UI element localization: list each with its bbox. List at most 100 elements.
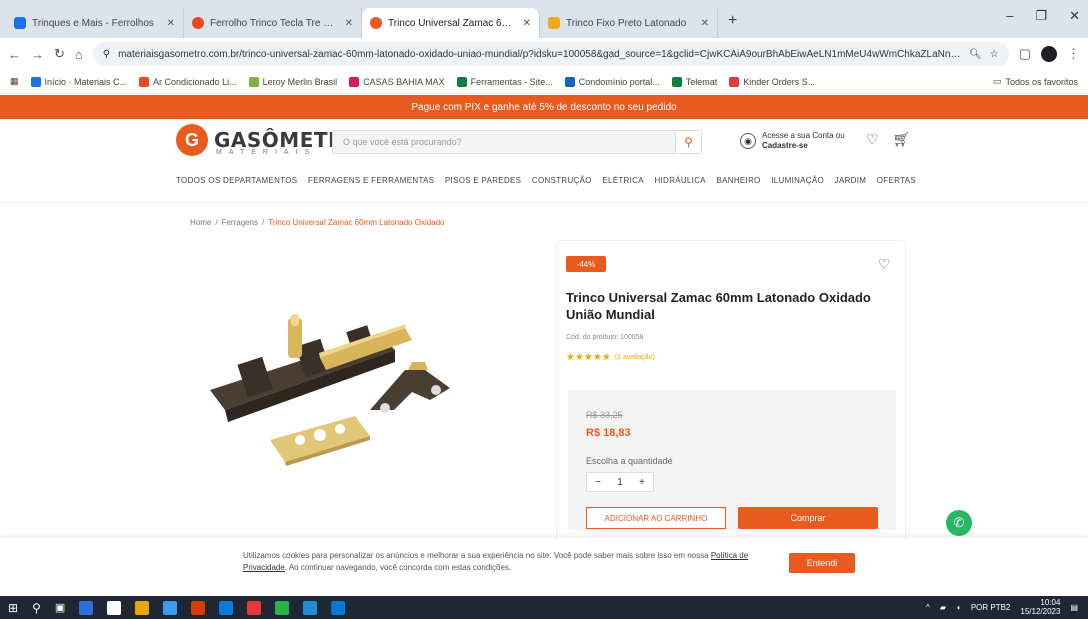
address-bar[interactable]: ⚲ materiaisgasometro.com.br/trinco-unive… — [92, 42, 1009, 66]
network-icon[interactable]: ▰ — [940, 603, 946, 612]
add-to-cart-button[interactable]: ADICIONAR AO CARRINHO — [586, 507, 726, 529]
taskbar-app-icon[interactable] — [163, 600, 178, 615]
search-button[interactable]: ⚲ — [675, 131, 701, 153]
taskbar-app-icon[interactable] — [331, 600, 346, 615]
taskbar-app-icon[interactable] — [275, 600, 290, 615]
nav-item[interactable]: CONSTRUÇÃO — [532, 176, 592, 185]
logo-subtitle: MATERIAIS — [216, 149, 317, 156]
close-tab-icon[interactable]: ✕ — [167, 18, 175, 29]
account-line1: Acesse a sua Conta ou — [762, 131, 845, 140]
bookmark-item[interactable]: Início · Materiais C... — [30, 76, 127, 87]
buy-now-button[interactable]: Comprar — [738, 507, 878, 529]
quantity-increase-button[interactable]: + — [639, 477, 645, 488]
nav-item[interactable]: ILUMINAÇÃO — [771, 176, 824, 185]
tab-title: Trinco Universal Zamac 60mm — [388, 17, 517, 29]
search-icon: ⚲ — [684, 135, 693, 149]
product-image[interactable] — [180, 240, 540, 520]
side-panel-icon[interactable]: ▢ — [1019, 46, 1031, 62]
windows-start-icon[interactable]: ⊞ — [8, 601, 18, 615]
site-info-icon[interactable]: ⚲ — [103, 49, 110, 60]
quantity-decrease-button[interactable]: − — [595, 477, 601, 488]
close-window-button[interactable]: ✕ — [1069, 8, 1080, 24]
task-view-icon[interactable]: ▣ — [55, 601, 65, 614]
user-icon: ◉ — [740, 133, 756, 149]
breadcrumb-home[interactable]: Home — [190, 218, 211, 227]
notifications-icon[interactable]: ▤ — [1070, 603, 1078, 612]
folder-icon: ▭ — [992, 76, 1002, 86]
bookmark-item[interactable]: Ar Condicionado Li... — [139, 76, 237, 87]
account-link[interactable]: ◉ Acesse a sua Conta ou Cadastre-se — [740, 131, 845, 151]
product-sku: Cód. do produto: 100058 — [566, 334, 644, 341]
nav-item[interactable]: BANHEIRO — [716, 176, 760, 185]
bookmark-item[interactable]: Condomínio portal... — [564, 76, 660, 87]
nav-item[interactable]: JARDIM — [835, 176, 867, 185]
product-title: Trinco Universal Zamac 60mm Latonado Oxi… — [566, 290, 871, 322]
cart-icon[interactable]: 🛒︎ — [893, 131, 911, 148]
profile-avatar[interactable] — [1041, 46, 1057, 62]
bookmark-label: Telemat — [685, 76, 718, 87]
product-rating[interactable]: ★★★★★ (1 avaliação) — [566, 352, 655, 363]
quantity-label: Escolha a quantidade — [586, 456, 673, 466]
taskbar-app-icon[interactable] — [247, 600, 262, 615]
nav-item[interactable]: OFERTAS — [877, 176, 916, 185]
browser-tab-active[interactable]: Trinco Universal Zamac 60mm ✕ — [362, 8, 540, 38]
maximize-button[interactable]: ❐ — [1035, 8, 1047, 24]
bookmark-item[interactable]: Leroy Merlin Brasil — [248, 76, 337, 87]
reload-icon[interactable]: ↻ — [54, 46, 65, 62]
bookmark-label: Ar Condicionado Li... — [153, 76, 237, 87]
browser-tab[interactable]: Trinques e Mais - Ferrolhos ✕ — [6, 8, 184, 38]
taskbar-app-icon[interactable] — [79, 600, 94, 615]
bookmark-favicon-icon — [139, 76, 150, 87]
apps-icon[interactable]: ▦ — [10, 76, 19, 87]
nav-item[interactable]: PISOS E PAREDES — [445, 176, 521, 185]
close-tab-icon[interactable]: ✕ — [701, 18, 709, 29]
language-indicator[interactable]: POR PTB2 — [971, 603, 1011, 612]
wishlist-heart-icon[interactable]: ♡ — [878, 256, 891, 273]
search-icon[interactable]: ⚲ — [32, 601, 41, 615]
promo-banner[interactable]: Pague com PIX e ganhe até 5% de desconto… — [0, 95, 1088, 119]
bookmark-item[interactable]: Kinder Orders S... — [729, 76, 815, 87]
taskbar-app-icon[interactable] — [135, 600, 150, 615]
taskbar-app-icon[interactable] — [219, 600, 234, 615]
bookmark-item[interactable]: CASAS BAHIA MAX — [349, 76, 445, 87]
clock[interactable]: 10:04 15/12/2023 — [1020, 598, 1060, 616]
taskbar-app-icon[interactable] — [303, 600, 318, 615]
category-nav: TODOS OS DEPARTAMENTOS FERRAGENS E FERRA… — [176, 176, 916, 185]
nav-item[interactable]: TODOS OS DEPARTAMENTOS — [176, 176, 297, 185]
browser-tab[interactable]: Trinco Fixo Preto Latonado ✕ — [540, 8, 718, 38]
nav-item[interactable]: HIDRÁULICA — [654, 176, 705, 185]
back-icon[interactable]: ← — [8, 47, 21, 62]
zoom-icon[interactable]: 🔍︎ — [969, 49, 982, 60]
latch-keeper — [370, 362, 450, 413]
home-icon[interactable]: ⌂ — [75, 47, 83, 62]
all-bookmarks[interactable]: ▭ Todos os favoritos — [993, 76, 1078, 87]
breadcrumb-category[interactable]: Ferragens — [222, 218, 258, 227]
bookmark-favicon-icon — [349, 76, 360, 87]
nav-item[interactable]: FERRAGENS E FERRAMENTAS — [308, 176, 434, 185]
close-tab-icon[interactable]: ✕ — [523, 18, 531, 29]
browser-tab-strip: Trinques e Mais - Ferrolhos ✕ Ferrolho Tr… — [0, 0, 1088, 38]
minimize-button[interactable]: – — [1006, 8, 1013, 24]
cookie-text: Utilizamos cookies para personalizar os … — [243, 550, 773, 574]
taskbar-app-icon[interactable] — [191, 600, 206, 615]
bookmark-star-icon[interactable]: ☆ — [990, 49, 999, 60]
quantity-value[interactable]: 1 — [617, 477, 623, 488]
menu-icon[interactable]: ⋮ — [1067, 46, 1080, 62]
cookie-text-part1: Utilizamos cookies para personalizar os … — [243, 551, 709, 560]
whatsapp-icon[interactable]: ✆ — [946, 510, 972, 536]
new-tab-button[interactable]: + — [718, 12, 747, 38]
forward-icon[interactable]: → — [31, 47, 44, 62]
bookmark-item[interactable]: Ferramentas - Site... — [456, 76, 553, 87]
taskbar-app-icon[interactable] — [107, 600, 122, 615]
browser-tab[interactable]: Ferrolho Trinco Tecla Tre Ferr ✕ — [184, 8, 362, 38]
tab-title: Trinques e Mais - Ferrolhos — [32, 17, 154, 29]
volume-icon[interactable]: ◖ — [956, 603, 961, 612]
cookie-accept-button[interactable]: Entendi — [789, 553, 855, 573]
tray-chevron-icon[interactable]: ^ — [926, 603, 930, 612]
bookmark-favicon-icon — [671, 76, 682, 87]
close-tab-icon[interactable]: ✕ — [345, 18, 353, 29]
search-input[interactable]: O que você está procurando? ⚲ — [332, 130, 702, 154]
nav-item[interactable]: ELÉTRICA — [602, 176, 644, 185]
bookmark-item[interactable]: Telemat — [671, 76, 718, 87]
wishlist-heart-icon[interactable]: ♡ — [866, 131, 879, 148]
